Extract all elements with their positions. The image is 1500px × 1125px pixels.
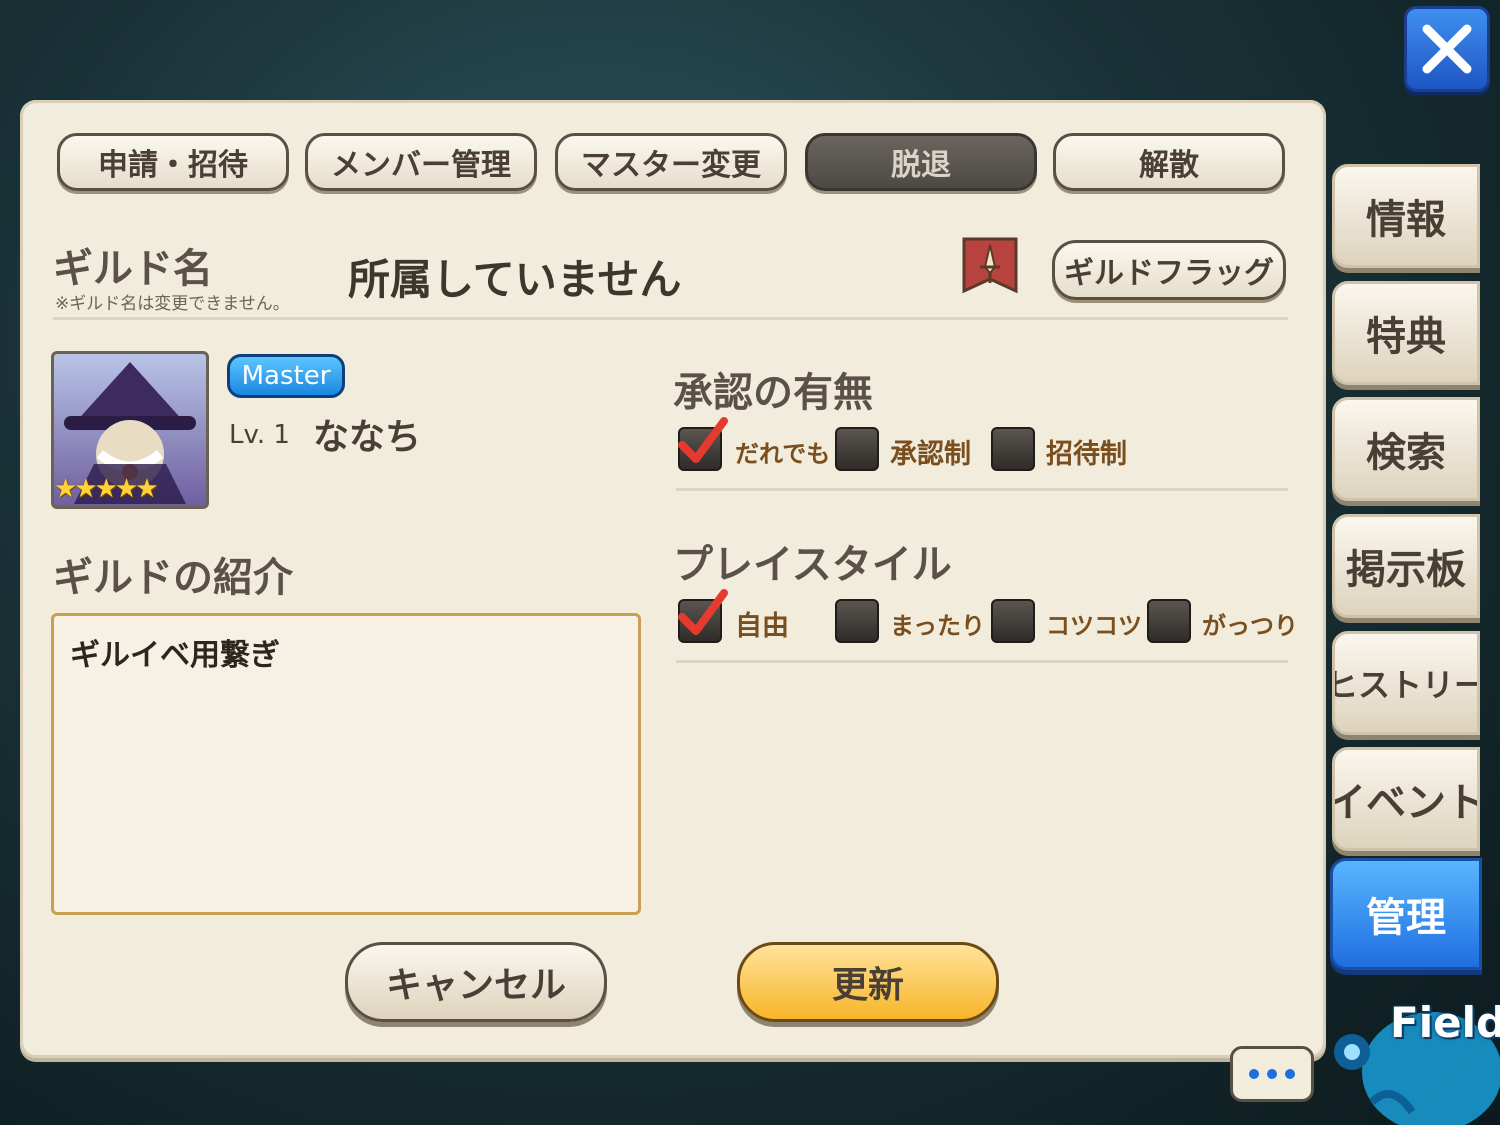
checkmark-icon (678, 417, 728, 463)
divider (676, 488, 1288, 491)
checkmark-icon (678, 589, 728, 635)
divider (676, 660, 1288, 663)
option-invite-label: 招待制 (1046, 439, 1127, 470)
field-button[interactable]: Field (1332, 982, 1500, 1125)
checkbox-invite[interactable] (991, 427, 1035, 471)
checkbox-hardcore[interactable] (1147, 599, 1191, 643)
member-level: Lv. 1 (229, 420, 290, 450)
update-button[interactable]: 更新 (737, 942, 999, 1022)
checkbox-free[interactable] (678, 589, 728, 643)
approval-label: 承認の有無 (673, 370, 873, 416)
guild-name-note: ※ギルド名は変更できません。 (55, 294, 290, 314)
ellipsis-icon (1249, 1069, 1295, 1079)
sidebar-item-history[interactable]: ヒストリー (1332, 631, 1480, 735)
playstyle-label: プレイスタイル (673, 542, 952, 588)
option-relaxed-label: まったり (890, 612, 986, 640)
option-approval-label: 承認制 (890, 439, 971, 470)
checkbox-relaxed[interactable] (835, 599, 879, 643)
option-hardcore-label: がっつり (1202, 612, 1298, 640)
guild-intro-textarea[interactable]: ギルイベ用繋ぎ (51, 613, 641, 915)
sidebar-item-board[interactable]: 掲示板 (1332, 514, 1480, 618)
chat-button[interactable] (1230, 1046, 1314, 1102)
checkbox-anyone[interactable] (678, 417, 728, 471)
sidebar-item-benefits[interactable]: 特典 (1332, 281, 1480, 385)
guild-flag-icon (962, 237, 1018, 301)
field-label: Field (1390, 998, 1500, 1047)
sidebar-item-info[interactable]: 情報 (1332, 164, 1480, 268)
role-badge: Master (227, 354, 345, 398)
checkbox-steady[interactable] (991, 599, 1035, 643)
tab-master-change[interactable]: マスター変更 (555, 133, 787, 191)
sidebar-item-event[interactable]: イベント (1332, 747, 1480, 851)
tab-disband[interactable]: 解散 (1053, 133, 1285, 191)
cancel-button[interactable]: キャンセル (345, 942, 607, 1022)
rarity-stars: ★★★★★ (54, 474, 159, 504)
checkbox-approval[interactable] (835, 427, 879, 471)
close-icon (1422, 24, 1472, 74)
sidebar-item-manage[interactable]: 管理 (1330, 858, 1482, 970)
divider (53, 317, 1288, 320)
guild-name-value: 所属していません (348, 255, 682, 304)
guild-intro-text: ギルイベ用繋ぎ (70, 638, 280, 673)
option-anyone-label: だれでも (735, 440, 831, 468)
sidebar-item-search[interactable]: 検索 (1332, 397, 1480, 501)
guild-name-label: ギルド名 (53, 246, 213, 292)
option-free-label: 自由 (735, 611, 789, 642)
tab-leave[interactable]: 脱退 (805, 133, 1037, 191)
option-steady-label: コツコツ (1046, 612, 1142, 640)
tab-member-management[interactable]: メンバー管理 (305, 133, 537, 191)
guild-flag-button[interactable]: ギルドフラッグ (1052, 240, 1286, 300)
tab-application-invite[interactable]: 申請・招待 (57, 133, 289, 191)
close-button[interactable] (1404, 6, 1490, 92)
guild-intro-label: ギルドの紹介 (53, 555, 293, 601)
member-name: ななち (313, 417, 422, 458)
